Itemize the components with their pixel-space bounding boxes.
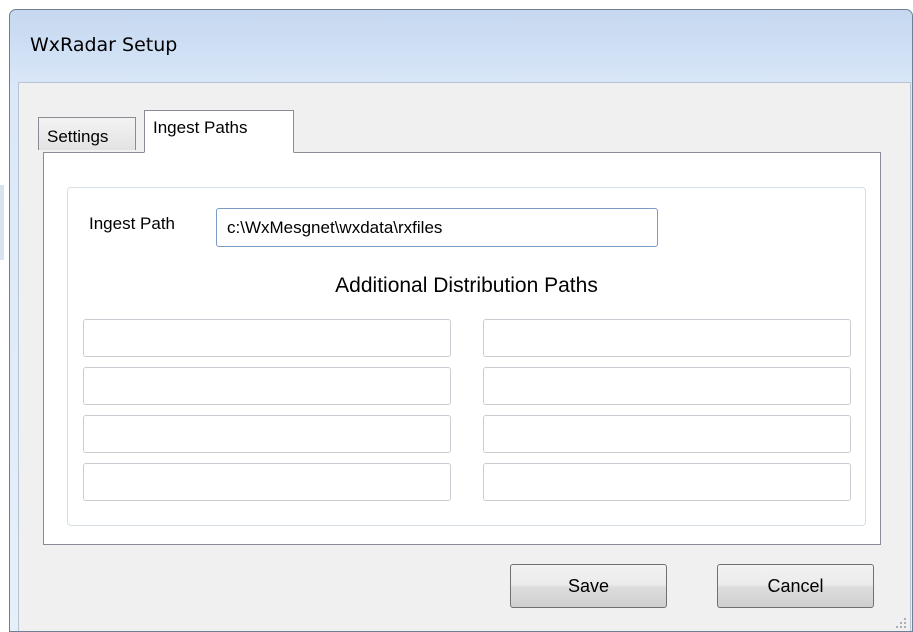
- distribution-path-right-4[interactable]: [483, 463, 851, 501]
- tab-settings-label: Settings: [47, 127, 109, 146]
- tab-settings[interactable]: Settings: [38, 117, 136, 150]
- dialog-client-area: Settings Ingest Paths Ingest Path Additi…: [18, 82, 911, 631]
- distribution-path-left-4[interactable]: [83, 463, 451, 501]
- ingest-path-label: Ingest Path: [89, 214, 176, 233]
- tab-ingest-paths-label: Ingest Paths: [153, 118, 248, 137]
- window-title: WxRadar Setup: [30, 34, 178, 56]
- distribution-path-right-2[interactable]: [483, 367, 851, 405]
- ingest-path-input[interactable]: [216, 208, 658, 247]
- distribution-path-left-3[interactable]: [83, 415, 451, 453]
- title-bar[interactable]: WxRadar Setup: [10, 10, 912, 82]
- save-button[interactable]: Save: [510, 564, 667, 608]
- ingest-paths-tab-page: Ingest Path Additional Distribution Path…: [43, 152, 881, 545]
- distribution-path-left-1[interactable]: [83, 319, 451, 357]
- distribution-path-left-2[interactable]: [83, 367, 451, 405]
- dialog-window: WxRadar Setup Settings Ingest Paths Inge…: [9, 9, 913, 632]
- distribution-path-right-3[interactable]: [483, 415, 851, 453]
- resize-grip-icon[interactable]: [894, 616, 906, 628]
- distribution-path-right-1[interactable]: [483, 319, 851, 357]
- cancel-button[interactable]: Cancel: [717, 564, 874, 608]
- tab-ingest-paths[interactable]: Ingest Paths: [144, 110, 294, 153]
- window-edge: [0, 185, 4, 260]
- paths-group-box: Ingest Path Additional Distribution Path…: [67, 187, 866, 526]
- additional-distribution-paths-heading: Additional Distribution Paths: [335, 274, 598, 297]
